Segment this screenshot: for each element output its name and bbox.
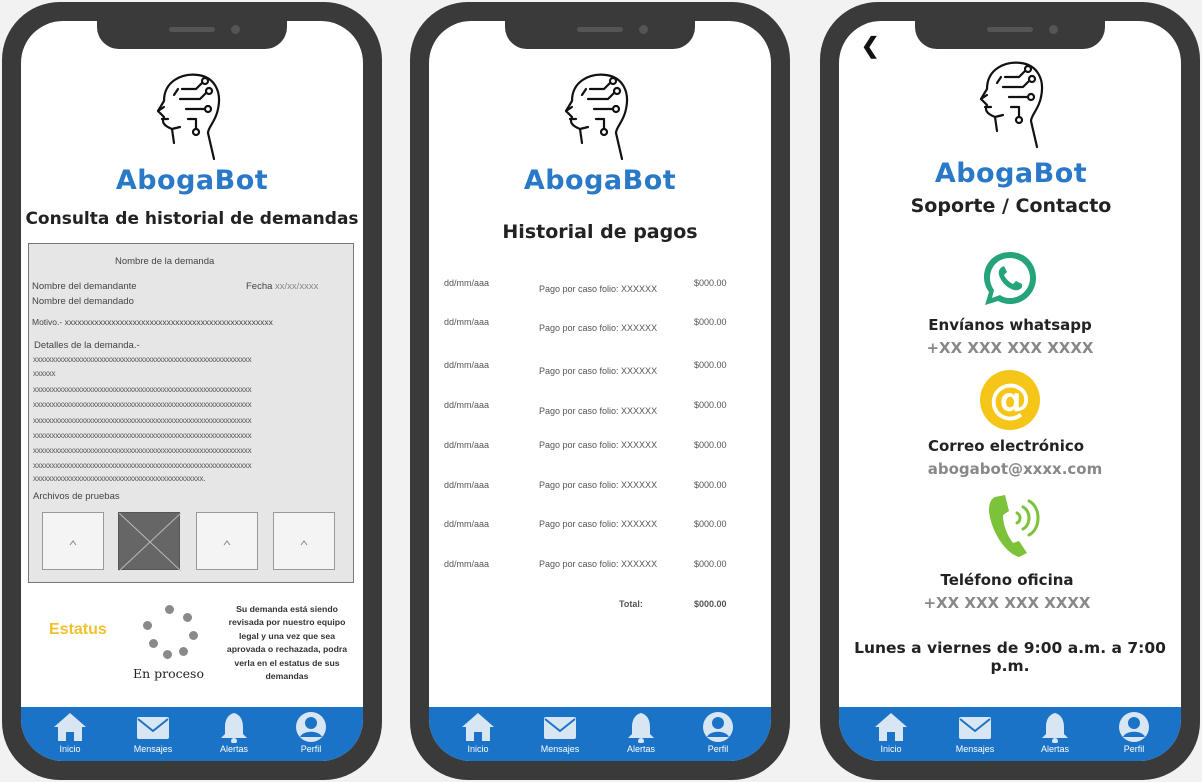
mail-icon — [544, 717, 576, 739]
page-title: Historial de pagos — [502, 221, 698, 243]
bell-icon — [628, 713, 654, 743]
bell-icon — [1042, 713, 1068, 743]
payment-row: dd/mm/aaa Pago por caso folio: XXXXXX $000… — [444, 317, 727, 333]
user-icon — [703, 712, 733, 742]
image-placeholder-icon — [223, 540, 231, 546]
nav-inicio[interactable]: Inicio — [448, 711, 508, 754]
screen-demandas: AbogaBot Consulta de historial de demand… — [21, 21, 363, 761]
details-line: xxxxxxxxxxxxxxxxxxxxxxxxxxxxxxxxxxxxxxxx… — [33, 431, 252, 440]
mail-icon — [137, 717, 169, 739]
home-icon — [875, 713, 907, 741]
payment-total-row: Total: $000.00 — [619, 599, 727, 609]
nav-perfil[interactable]: Perfil — [688, 711, 748, 754]
claim-name-label: Nombre de la demanda — [115, 256, 215, 267]
phone-number[interactable]: +XX XXX XXX XXXX — [839, 594, 1181, 612]
page-title: Soporte / Contacto — [910, 195, 1112, 217]
image-placeholder-icon — [300, 540, 308, 546]
user-icon — [1119, 712, 1149, 742]
details-line: xxxxxxxxxxxxxxxxxxxxxxxxxxxxxxxxxxxxxxxx… — [33, 400, 252, 409]
email-at-icon[interactable]: @ — [977, 367, 1043, 433]
bell-icon — [221, 713, 247, 743]
notch — [505, 21, 695, 49]
notch — [915, 21, 1105, 49]
status-value: En proceso — [133, 666, 204, 681]
svg-text:@: @ — [989, 374, 1031, 423]
home-icon — [54, 713, 86, 741]
phone-frame-demandas: AbogaBot Consulta de historial de demand… — [2, 2, 382, 780]
nav-alertas[interactable]: Alertas — [611, 711, 671, 754]
evidence-thumbnail[interactable] — [42, 512, 104, 570]
screen-soporte: ❮ AbogaBot Soporte / Contacto Envíanos w… — [839, 21, 1181, 761]
payment-row: dd/mm/aaa Pago por caso folio: XXXXXX $000… — [444, 400, 727, 416]
brand-name: AbogaBot — [934, 158, 1088, 189]
robot-head-logo-icon — [156, 73, 221, 161]
notch — [97, 21, 287, 49]
details-label: Detalles de la demanda.- — [34, 340, 140, 351]
image-placeholder-icon — [118, 512, 182, 572]
home-icon — [462, 713, 494, 741]
phone-frame-pagos: AbogaBot Historial de pagos dd/mm/aaa Pag… — [410, 2, 790, 780]
nav-alertas[interactable]: Alertas — [1025, 711, 1085, 754]
whatsapp-icon[interactable] — [980, 249, 1040, 309]
evidence-label: Archivos de pruebas — [33, 491, 120, 502]
bottom-nav: Inicio Mensajes Alertas Perfil — [21, 707, 363, 761]
payment-row: dd/mm/aaa Pago por caso folio: XXXXXX $000… — [444, 440, 727, 450]
nav-mensajes[interactable]: Mensajes — [123, 711, 183, 754]
plaintiff-label: Nombre del demandante — [32, 281, 137, 292]
defendant-label: Nombre del demandado — [32, 296, 134, 307]
details-line: xxxxxx — [33, 369, 56, 378]
bottom-nav: Inicio Mensajes Alertas Perfil — [429, 707, 771, 761]
bottom-nav: Inicio Mensajes Alertas Perfil — [839, 707, 1181, 761]
evidence-thumbnail[interactable] — [273, 512, 335, 570]
nav-mensajes[interactable]: Mensajes — [530, 711, 590, 754]
whatsapp-label: Envíanos whatsapp — [928, 316, 1092, 334]
payment-row: dd/mm/aaa Pago por caso folio: XXXXXX $000… — [444, 519, 727, 529]
nav-alertas[interactable]: Alertas — [204, 711, 264, 754]
evidence-thumbnail[interactable] — [118, 512, 182, 572]
nav-mensajes[interactable]: Mensajes — [945, 711, 1005, 754]
whatsapp-number[interactable]: +XX XXX XXX XXXX — [839, 339, 1181, 357]
brand-name: AbogaBot — [523, 165, 677, 196]
email-address[interactable]: abogabot@xxxx.com — [849, 460, 1181, 478]
details-line: xxxxxxxxxxxxxxxxxxxxxxxxxxxxxxxxxxxxxxxx… — [33, 474, 206, 483]
phone-call-icon[interactable] — [983, 491, 1043, 559]
status-message: Su demanda está siendo revisada por nues… — [226, 604, 348, 682]
details-line: xxxxxxxxxxxxxxxxxxxxxxxxxxxxxxxxxxxxxxxx… — [33, 355, 252, 364]
nav-perfil[interactable]: Perfil — [281, 711, 341, 754]
back-arrow-icon[interactable]: ❮ — [861, 33, 879, 59]
details-line: xxxxxxxxxxxxxxxxxxxxxxxxxxxxxxxxxxxxxxxx… — [33, 461, 252, 470]
payment-row: dd/mm/aaa Pago por caso folio: XXXXXX $000… — [444, 278, 727, 294]
phone-frame-soporte: ❮ AbogaBot Soporte / Contacto Envíanos w… — [820, 2, 1200, 780]
nav-inicio[interactable]: Inicio — [40, 711, 100, 754]
evidence-thumbnail[interactable] — [196, 512, 258, 570]
email-label: Correo electrónico — [927, 437, 1085, 455]
payment-row: dd/mm/aaa Pago por caso folio: XXXXXX $000… — [444, 480, 727, 490]
robot-head-logo-icon — [564, 73, 629, 161]
screen-pagos: AbogaBot Historial de pagos dd/mm/aaa Pag… — [429, 21, 771, 761]
loading-spinner-icon — [143, 605, 198, 659]
nav-perfil[interactable]: Perfil — [1104, 711, 1164, 754]
robot-head-logo-icon — [979, 61, 1044, 149]
nav-inicio[interactable]: Inicio — [861, 711, 921, 754]
image-placeholder-icon — [69, 540, 77, 546]
page-title: Consulta de historial de demandas — [25, 209, 359, 229]
details-line: xxxxxxxxxxxxxxxxxxxxxxxxxxxxxxxxxxxxxxxx… — [33, 446, 252, 455]
date-label: Fecha xx/xx/xxxx — [246, 281, 319, 292]
motivo-text: Motivo.- xxxxxxxxxxxxxxxxxxxxxxxxxxxxxxx… — [32, 317, 273, 327]
user-icon — [296, 712, 326, 742]
details-line: xxxxxxxxxxxxxxxxxxxxxxxxxxxxxxxxxxxxxxxx… — [33, 385, 252, 394]
mail-icon — [959, 717, 991, 739]
details-line: xxxxxxxxxxxxxxxxxxxxxxxxxxxxxxxxxxxxxxxx… — [33, 416, 252, 425]
office-hours: Lunes a viernes de 9:00 a.m. a 7:00 p.m. — [854, 639, 1166, 675]
payment-row: dd/mm/aaa Pago por caso folio: XXXXXX $000… — [444, 360, 727, 376]
brand-name: AbogaBot — [115, 165, 269, 196]
payment-row: dd/mm/aaa Pago por caso folio: XXXXXX $000… — [444, 559, 727, 569]
phone-label: Teléfono oficina — [940, 571, 1074, 589]
claim-detail-card: Nombre de la demanda Nombre del demandan… — [28, 243, 354, 583]
status-label: Estatus — [49, 621, 107, 638]
